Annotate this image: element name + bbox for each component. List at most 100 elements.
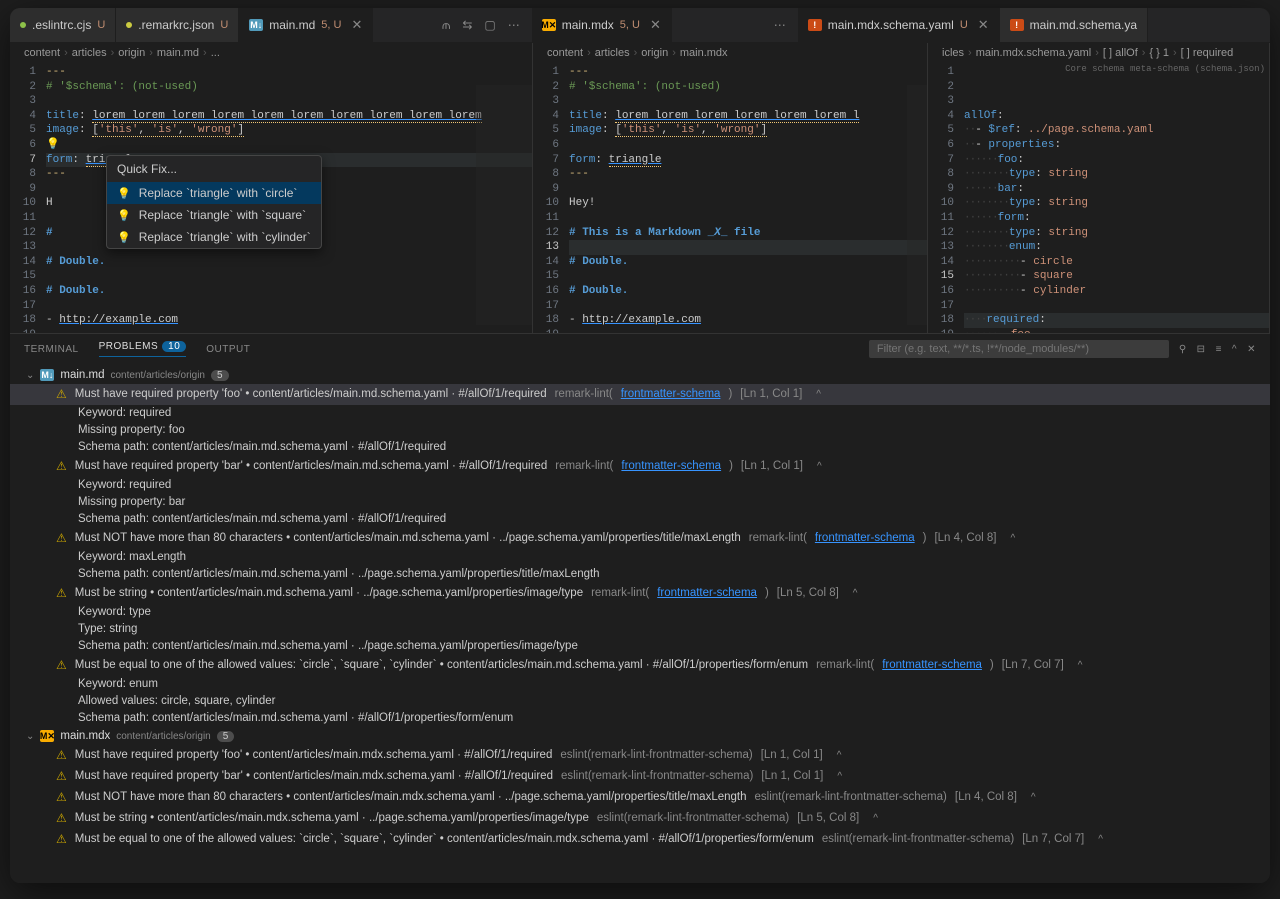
tab-main.md[interactable]: M↓main.md5, U✕ — [239, 8, 373, 42]
quickfix-item[interactable]: 💡Replace `triangle` with `cylinder` — [107, 226, 321, 248]
problem-item[interactable]: ⚠Must have required property 'foo' • con… — [10, 745, 1270, 766]
more-icon[interactable]: ⋯ — [774, 18, 786, 32]
breadcrumb-segment[interactable]: [ ] allOf — [1103, 47, 1138, 59]
problem-item[interactable]: ⚠Must have required property 'bar' • con… — [10, 766, 1270, 787]
panel-tab-problems[interactable]: PROBLEMS10 — [99, 341, 187, 357]
breadcrumbs-3[interactable]: icles›main.mdx.schema.yaml›[ ] allOf›{ }… — [928, 43, 1269, 63]
warning-icon: ⚠ — [56, 831, 67, 848]
problem-link[interactable]: frontmatter-schema — [815, 530, 915, 547]
problem-detail: Allowed values: circle, square, cylinder — [10, 693, 1270, 710]
tab-.remarkrc.json[interactable]: .remarkrc.jsonU — [116, 8, 239, 42]
problem-item[interactable]: ⚠Must have required property 'foo' • con… — [10, 384, 1270, 405]
more-icon[interactable]: ⋯ — [508, 18, 520, 32]
tab-group-1: .eslintrc.cjsU.remarkrc.jsonUM↓main.md5,… — [10, 8, 430, 42]
problems-list[interactable]: ⌄M↓main.mdcontent/articles/origin5⚠Must … — [10, 364, 1270, 883]
gutter-1: 12345678910111213141516171819 — [10, 63, 46, 333]
chevron-up-icon[interactable]: ^ — [1010, 530, 1015, 547]
breadcrumb-segment[interactable]: articles — [72, 47, 107, 59]
breadcrumb-segment[interactable]: origin — [641, 47, 668, 59]
close-icon[interactable]: ✕ — [978, 17, 989, 33]
breadcrumbs-1[interactable]: content›articles›origin›main.md›... — [10, 43, 532, 63]
code-area-2[interactable]: 12345678910111213141516171819 ---# '$sch… — [533, 63, 927, 333]
minimap-1[interactable] — [476, 85, 532, 325]
chevron-up-icon[interactable]: ^ — [1031, 789, 1036, 806]
warning-icon: ⚠ — [56, 386, 67, 403]
breadcrumb-segment[interactable]: icles — [942, 47, 964, 59]
problem-detail: Schema path: content/articles/main.md.sc… — [10, 566, 1270, 583]
chevron-up-icon[interactable]: ^ — [817, 458, 822, 475]
problem-item[interactable]: ⚠Must be equal to one of the allowed val… — [10, 829, 1270, 850]
minimap-2[interactable] — [907, 85, 927, 325]
filter-input[interactable] — [869, 340, 1169, 358]
problem-item[interactable]: ⚠Must NOT have more than 80 characters •… — [10, 528, 1270, 549]
problem-item[interactable]: ⚠Must be equal to one of the allowed val… — [10, 655, 1270, 676]
chevron-up-icon[interactable]: ^ — [1078, 657, 1083, 674]
problem-item[interactable]: ⚠Must be string • content/articles/main.… — [10, 583, 1270, 604]
problem-detail: Keyword: enum — [10, 676, 1270, 693]
close-icon[interactable]: ✕ — [351, 17, 362, 33]
close-panel-icon[interactable]: ✕ — [1247, 344, 1256, 355]
breadcrumb-segment[interactable]: origin — [118, 47, 145, 59]
code-area-3[interactable]: 12345678910111213141516171819 Core schem… — [928, 63, 1269, 333]
code-3[interactable]: Core schema meta-schema (schema.json) al… — [964, 63, 1269, 333]
problem-link[interactable]: frontmatter-schema — [621, 386, 721, 403]
breadcrumb-segment[interactable]: articles — [595, 47, 630, 59]
editors-row: content›articles›origin›main.md›... 1234… — [10, 43, 1270, 333]
problem-detail: Keyword: maxLength — [10, 549, 1270, 566]
breadcrumb-segment[interactable]: main.mdx.schema.yaml — [976, 47, 1092, 59]
gutter-2: 12345678910111213141516171819 — [533, 63, 569, 333]
tab-main.md.schema.ya[interactable]: !main.md.schema.ya — [1000, 8, 1148, 42]
chevron-up-icon[interactable]: ^ — [853, 585, 858, 602]
panel-tab-terminal[interactable]: TERMINAL — [24, 344, 79, 355]
editor-pane-1: content›articles›origin›main.md›... 1234… — [10, 43, 533, 333]
problem-detail: Schema path: content/articles/main.md.sc… — [10, 439, 1270, 456]
breadcrumbs-2[interactable]: content›articles›origin›main.mdx — [533, 43, 927, 63]
gutter-3: 12345678910111213141516171819 — [928, 63, 964, 333]
filter-icon[interactable]: ⚲ — [1179, 344, 1187, 355]
collapse-all-icon[interactable]: ⊟ — [1197, 344, 1206, 355]
tab-group-3: !main.mdx.schema.yamlU✕!main.md.schema.y… — [798, 8, 1270, 42]
tab-.eslintrc.cjs[interactable]: .eslintrc.cjsU — [10, 8, 116, 42]
problem-detail: Schema path: content/articles/main.md.sc… — [10, 638, 1270, 655]
tab-actions-2: ⋯ — [762, 8, 798, 42]
breadcrumb-segment[interactable]: ... — [211, 47, 220, 59]
breadcrumb-segment[interactable]: content — [547, 47, 583, 59]
editor-pane-2: content›articles›origin›main.mdx 1234567… — [533, 43, 928, 333]
problem-file-header[interactable]: ⌄M✕main.mdxcontent/articles/origin5 — [10, 727, 1270, 745]
view-icon[interactable]: ≡ — [1216, 344, 1222, 355]
problem-detail: Schema path: content/articles/main.md.sc… — [10, 710, 1270, 727]
editor-window: .eslintrc.cjsU.remarkrc.jsonUM↓main.md5,… — [10, 8, 1270, 883]
breadcrumb-segment[interactable]: { } 1 — [1149, 47, 1169, 59]
chevron-up-icon[interactable]: ^ — [816, 386, 821, 403]
breadcrumb-segment[interactable]: main.mdx — [680, 47, 728, 59]
problem-link[interactable]: frontmatter-schema — [621, 458, 721, 475]
tab-main.mdx.schema.yaml[interactable]: !main.mdx.schema.yamlU✕ — [798, 8, 1000, 42]
problem-link[interactable]: frontmatter-schema — [657, 585, 757, 602]
chevron-up-icon[interactable]: ^ — [1098, 831, 1103, 848]
chevron-up-icon[interactable]: ^ — [837, 768, 842, 785]
warning-icon: ⚠ — [56, 530, 67, 547]
chevron-up-icon[interactable]: ^ — [873, 810, 878, 827]
close-icon[interactable]: ✕ — [650, 17, 661, 33]
tab-main.mdx[interactable]: M✕main.mdx5, U✕ — [532, 8, 672, 42]
quickfix-title: Quick Fix... — [107, 156, 321, 182]
warning-icon: ⚠ — [56, 458, 67, 475]
code-2[interactable]: ---# '$schema': (not-used) title: lorem … — [569, 63, 927, 333]
problem-item[interactable]: ⚠Must have required property 'bar' • con… — [10, 456, 1270, 477]
breadcrumb-segment[interactable]: [ ] required — [1181, 47, 1234, 59]
problem-detail: Schema path: content/articles/main.md.sc… — [10, 511, 1270, 528]
problem-file-header[interactable]: ⌄M↓main.mdcontent/articles/origin5 — [10, 366, 1270, 384]
split-icon[interactable]: ⫙ — [442, 18, 450, 33]
breadcrumb-segment[interactable]: main.md — [157, 47, 199, 59]
problem-item[interactable]: ⚠Must be string • content/articles/main.… — [10, 808, 1270, 829]
problem-link[interactable]: frontmatter-schema — [882, 657, 982, 674]
problem-item[interactable]: ⚠Must NOT have more than 80 characters •… — [10, 787, 1270, 808]
panel-tab-output[interactable]: OUTPUT — [206, 344, 250, 355]
maximize-icon[interactable]: ^ — [1232, 344, 1237, 355]
quickfix-item[interactable]: 💡Replace `triangle` with `circle` — [107, 182, 321, 204]
run-icon[interactable]: ▢ — [484, 18, 495, 32]
quickfix-item[interactable]: 💡Replace `triangle` with `square` — [107, 204, 321, 226]
breadcrumb-segment[interactable]: content — [24, 47, 60, 59]
diff-icon[interactable]: ⇆ — [462, 18, 472, 32]
chevron-up-icon[interactable]: ^ — [837, 747, 842, 764]
